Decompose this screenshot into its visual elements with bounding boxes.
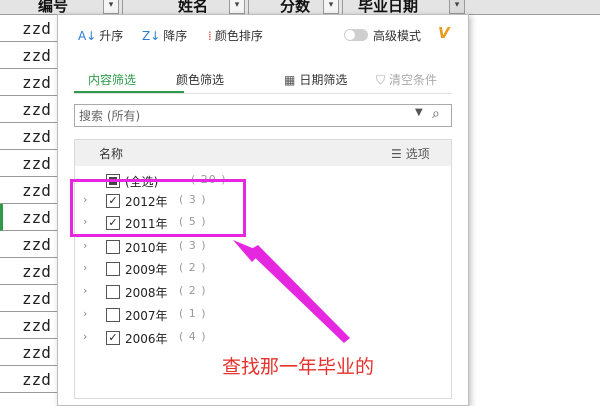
list-item-label: 2008年 [125, 286, 168, 300]
tab-color-filter[interactable]: 颜色筛选 [176, 71, 224, 89]
table-cell[interactable]: zzd [0, 177, 58, 204]
filter-dropdown-button-active[interactable]: ▾ [449, 0, 465, 14]
list-item-label: 2007年 [125, 309, 168, 323]
tabs-divider [74, 93, 452, 94]
chevron-right-icon[interactable]: › [83, 284, 87, 297]
list-item-count: ( 4 ) [179, 330, 207, 343]
advanced-mode-toggle[interactable] [344, 29, 368, 41]
sort-ascending-button[interactable]: A↓ 升序 [78, 27, 123, 45]
annotation-text: 查找那一年毕业的 [222, 356, 375, 378]
search-box: ▼ ⌕ [74, 104, 452, 127]
table-cell[interactable]: zzd [0, 258, 58, 285]
color-sort-icon: ⁞ [208, 29, 212, 43]
column-divider [342, 0, 343, 14]
search-icon[interactable]: ⌕ [432, 106, 440, 122]
highlight-box [70, 179, 246, 237]
list-header: 名称 ☰ 选项 [75, 140, 451, 166]
column-header-name: 姓名 [178, 0, 209, 15]
table-cell[interactable]: zzd [0, 69, 58, 96]
filter-dropdown-button[interactable]: ▾ [323, 0, 339, 14]
column-header-row: 编号 ▾ 姓名 ▾ 分数 ▾ 毕业日期 ▾ [0, 0, 600, 15]
sort-ascending-label: 升序 [99, 29, 124, 43]
list-item-label: 2010年 [125, 241, 168, 255]
color-sort-button[interactable]: ⁞ 颜色排序 [208, 27, 263, 45]
column-header-id: 编号 [38, 0, 69, 15]
menu-lines-icon: ☰ [391, 147, 402, 161]
sort-descending-label: 降序 [163, 29, 188, 43]
table-cell[interactable]: zzd [0, 42, 58, 69]
filter-dropdown-button[interactable]: ▾ [229, 0, 245, 14]
list-item-count: ( 2 ) [179, 284, 207, 297]
checkbox-unchecked[interactable] [106, 285, 120, 299]
list-item-year[interactable]: › 2010年 ( 3 ) [75, 236, 451, 258]
chevron-right-icon[interactable]: › [83, 330, 87, 343]
active-tab-indicator [74, 91, 184, 93]
table-cell[interactable]: zzd [0, 96, 58, 123]
list-item-label: 2009年 [125, 263, 168, 277]
chevron-down-icon[interactable]: ▼ [415, 107, 423, 118]
list-item-count: ( 2 ) [179, 261, 207, 274]
list-item-year[interactable]: › 2007年 ( 1 ) [75, 304, 451, 326]
list-item-year[interactable]: › ✓ 2006年 ( 4 ) [75, 327, 451, 349]
chevron-right-icon[interactable]: › [83, 261, 87, 274]
options-label: 选项 [405, 147, 430, 161]
table-cell[interactable]: zzd [0, 285, 58, 312]
calendar-icon: ▦ [284, 73, 296, 87]
table-cell[interactable]: zzd [0, 312, 58, 339]
table-cell[interactable]: zzd [0, 150, 58, 177]
toggle-knob [345, 30, 355, 40]
options-button[interactable]: ☰ 选项 [391, 145, 430, 162]
sort-ascending-icon: A↓ [78, 29, 97, 43]
advanced-mode-label: 高级模式 [373, 29, 422, 43]
filter-dropdown-button[interactable]: ▾ [103, 0, 119, 14]
date-filter-button[interactable]: ▦ 日期筛选 [284, 71, 347, 89]
table-cell[interactable]: zzd [0, 366, 58, 393]
search-input[interactable] [79, 107, 399, 124]
table-cell[interactable]: zzd [0, 123, 58, 150]
clear-conditions-button[interactable]: ⛉ 清空条件 [376, 71, 437, 89]
vip-v-icon: V [438, 24, 450, 42]
clear-conditions-label: 清空条件 [389, 73, 438, 87]
list-item-year[interactable]: › 2009年 ( 2 ) [75, 258, 451, 280]
checkbox-unchecked[interactable] [106, 308, 120, 322]
table-cell[interactable]: zzd [0, 231, 58, 258]
list-item-count: ( 3 ) [179, 239, 207, 252]
table-cell[interactable]: zzd [0, 339, 58, 366]
chevron-right-icon[interactable]: › [83, 239, 87, 252]
list-item-count: ( 1 ) [179, 307, 207, 320]
checkbox-checked[interactable]: ✓ [106, 331, 120, 345]
checkbox-unchecked[interactable] [106, 262, 120, 276]
table-cell-selected[interactable]: zzd [0, 204, 58, 231]
color-sort-label: 颜色排序 [214, 29, 263, 43]
column-header-grad-date: 毕业日期 [358, 0, 419, 15]
table-cell[interactable]: zzd [0, 15, 58, 42]
list-item-label: 2006年 [125, 332, 168, 346]
sort-descending-icon: Z↓ [142, 29, 161, 43]
date-filter-label: 日期筛选 [299, 73, 348, 87]
column-divider [122, 0, 123, 14]
chevron-right-icon[interactable]: › [83, 307, 87, 320]
list-item-year[interactable]: › 2008年 ( 2 ) [75, 281, 451, 303]
funnel-icon: ⛉ [376, 73, 386, 87]
checkbox-unchecked[interactable] [106, 240, 120, 254]
column-header-score: 分数 [280, 0, 311, 15]
sort-descending-button[interactable]: Z↓ 降序 [142, 27, 187, 45]
list-header-name: 名称 [99, 147, 124, 161]
tab-content-filter[interactable]: 内容筛选 [88, 71, 136, 89]
column-divider [248, 0, 249, 14]
